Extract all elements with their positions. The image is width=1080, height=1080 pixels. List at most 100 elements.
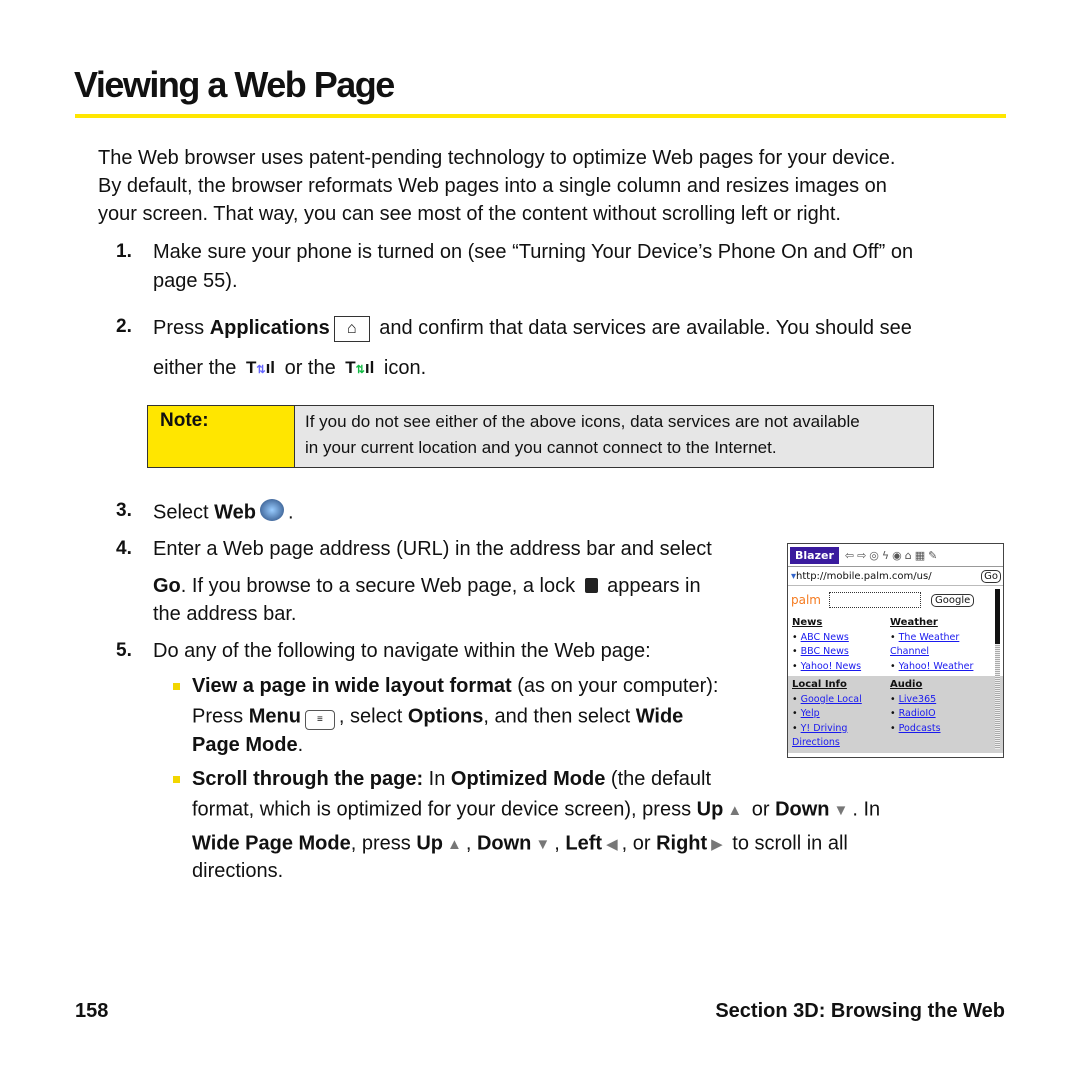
manual-page: Viewing a Web Page The Web browser uses … — [0, 0, 1080, 1080]
note-text: If you do not see either of the above ic… — [295, 406, 933, 467]
text-run: (as on your computer): — [511, 675, 719, 697]
text-run: or the — [279, 356, 342, 379]
left-icon: ◀ — [606, 836, 618, 853]
text-run: Make sure your phone is turned on (see “… — [153, 241, 914, 263]
text-line: By default, the browser reformats Web pa… — [98, 174, 887, 198]
note-label: Note: — [148, 406, 295, 467]
address-url: http://mobile.palm.com/us/ — [796, 570, 932, 582]
text-line: Wide Page Mode, press Up ▲, Down ▼, Left ◀,… — [192, 831, 848, 857]
note-line: If you do not see either of the above ic… — [305, 412, 860, 431]
text-line: Go. If you browse to a secure Web page, … — [153, 574, 701, 599]
link: RadioIO — [898, 708, 936, 719]
text-run: , press — [350, 832, 417, 855]
up-icon: ▲ — [727, 802, 743, 819]
step-number: 4. — [116, 538, 132, 559]
blazer-toolbar: Blazer ⇦⇨◎ϟ◉⌂▦✎ — [788, 544, 1003, 567]
text-line: the address bar. — [153, 602, 296, 626]
bold-term: Scroll through the page: — [192, 768, 424, 790]
text-line: Scroll through the page: In Optimized Mo… — [192, 767, 711, 791]
text-run: icon. — [378, 356, 427, 379]
section-head: News — [792, 617, 823, 628]
step-number: 1. — [116, 241, 132, 262]
text-line: your screen. That way, you can see most … — [98, 202, 841, 226]
text-run: , and then select — [483, 705, 636, 728]
bullet-icon — [173, 776, 180, 783]
signal-data-blue-icon: T⇅ıl — [245, 358, 276, 377]
right-icon: ▶ — [711, 836, 723, 853]
text-line: Make sure your phone is turned on (see “… — [153, 240, 913, 264]
text-run: page 55). — [153, 270, 238, 292]
title-rule — [75, 114, 1006, 118]
bold-term: Wide Page Mode — [192, 832, 351, 855]
link: Podcasts — [898, 722, 941, 734]
text-line: either the T⇅ıl or the T⇅ıl icon. — [153, 355, 426, 382]
web-globe-icon — [260, 499, 285, 527]
text-line: directions. — [192, 859, 283, 883]
down-icon: ▼ — [833, 802, 849, 819]
text-run: either the — [153, 356, 242, 379]
link: Y! Driving Directions — [792, 722, 848, 749]
note-line: in your current location and you cannot … — [305, 438, 777, 457]
link: Live365 — [898, 693, 937, 705]
link: BBC News — [800, 646, 849, 657]
blazer-screenshot: Blazer ⇦⇨◎ϟ◉⌂▦✎ ▾ http://mobile.palm.com… — [787, 543, 1004, 758]
text-run: your screen. That way, you can see most … — [98, 203, 841, 225]
text-run: to scroll in all — [726, 832, 848, 855]
text-line: Do any of the following to navigate with… — [153, 639, 651, 663]
text-run: or — [746, 798, 776, 821]
link: ABC News — [800, 631, 849, 643]
text-run: Press — [192, 705, 249, 728]
step-number: 5. — [116, 640, 132, 661]
link: The Weather Channel — [890, 631, 960, 658]
bold-term: Web — [214, 501, 257, 524]
text-line: page 55). — [153, 269, 238, 293]
bold-term: Options — [407, 705, 484, 728]
note-box: Note: If you do not see either of the ab… — [147, 405, 934, 468]
text-run: Press — [153, 316, 210, 339]
section-head: Audio — [890, 679, 923, 690]
text-run: Enter a Web page address (URL) in the ad… — [153, 538, 712, 560]
page-number: 158 — [75, 1000, 109, 1022]
section-title: Section 3D: Browsing the Web — [715, 1000, 1005, 1022]
text-run: The Web browser uses patent-pending tech… — [98, 147, 896, 169]
text-run: format, which is optimized for your devi… — [192, 798, 697, 821]
bold-term: Optimized Mode — [450, 768, 606, 790]
text-line: Page Mode. — [192, 733, 303, 757]
palm-logo: palm — [791, 593, 821, 607]
bold-term: Left — [565, 832, 603, 855]
bold-term: Menu — [248, 705, 301, 728]
text-run: , — [465, 832, 477, 855]
down-icon: ▼ — [535, 836, 551, 853]
link: Yahoo! News — [800, 660, 862, 672]
bold-term: View a page in wide layout format — [192, 675, 512, 697]
text-line: The Web browser uses patent-pending tech… — [98, 146, 896, 170]
section-head: Local Info — [792, 679, 847, 690]
page-title: Viewing a Web Page — [74, 64, 395, 105]
text-run: Select — [153, 501, 215, 524]
text-line: View a page in wide layout format (as on… — [192, 674, 718, 698]
text-line: Press Menu ≡, select Options, and then se… — [192, 704, 683, 730]
text-run: Do any of the following to navigate with… — [153, 640, 651, 662]
link: Google Local — [800, 693, 862, 705]
text-run: , select — [338, 705, 408, 728]
bold-term: Right — [656, 832, 708, 855]
google-button: Google — [931, 593, 975, 607]
bold-term: Down — [476, 832, 532, 855]
lock-icon — [584, 574, 598, 599]
text-run: appears in — [601, 575, 701, 597]
text-line: Enter a Web page address (URL) in the ad… — [153, 537, 712, 561]
scrollbar — [995, 589, 1000, 749]
menu-key-icon: ≡ — [304, 704, 335, 730]
text-run: . If you browse to a secure Web page, a … — [180, 575, 581, 597]
bullet-icon — [173, 683, 180, 690]
bold-term: Down — [775, 798, 830, 821]
text-run: , or — [621, 832, 657, 855]
bold-term: Wide — [635, 705, 684, 728]
text-line: Press Applications ⌂ and confirm that dat… — [153, 315, 912, 342]
search-field — [829, 592, 921, 608]
bold-term: Applications — [209, 316, 330, 339]
bold-term: Page Mode — [192, 734, 298, 756]
text-run: . — [297, 734, 304, 756]
toolbar-icons: ⇦⇨◎ϟ◉⌂▦✎ — [844, 548, 941, 562]
bold-term: Go — [153, 575, 181, 597]
